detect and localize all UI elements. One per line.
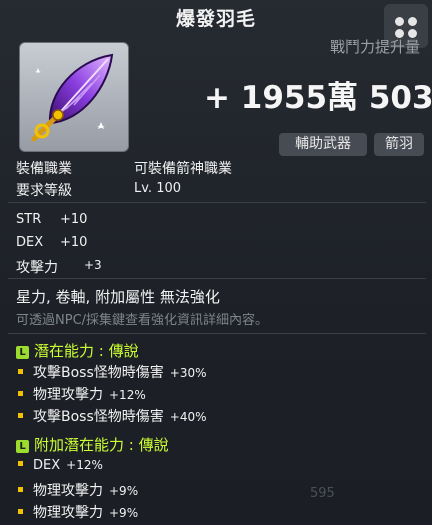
job-value: 可裝備箭神職業 — [134, 161, 232, 177]
additional-stat-name: 物理攻擊力 — [33, 483, 103, 499]
potential-line: 攻擊Boss怪物時傷害 +30% — [18, 362, 207, 382]
stat-value: +10 — [60, 212, 88, 227]
stat-row: 攻擊力 +3 — [16, 257, 102, 277]
combat-power-value: + 1955萬 5035 — [204, 80, 432, 116]
additional-stat-name: DEX — [33, 458, 61, 473]
potential-stat-name: 攻擊Boss怪物時傷害 — [33, 409, 164, 425]
item-icon-frame — [19, 42, 129, 152]
stat-row: DEX +10 — [16, 235, 87, 250]
bullet-icon — [18, 413, 23, 418]
additional-potential-line: 物理攻擊力 +9% — [18, 480, 138, 500]
divider — [8, 202, 426, 203]
potential-header: L 潛在能力 : 傳說 — [16, 340, 139, 361]
additional-stat-name: 物理攻擊力 — [33, 505, 103, 521]
legendary-badge-icon: L — [16, 346, 29, 359]
share-dot-icon — [408, 17, 417, 26]
bullet-icon — [18, 391, 23, 396]
potential-stat-value: +12% — [109, 388, 146, 402]
additional-stat-value: +9% — [109, 506, 139, 520]
additional-potential-line: 物理攻擊力 +9% — [18, 502, 138, 522]
enhance-hint-note: 可透過NPC/採集鍵查看強化資訊詳細內容。 — [16, 313, 269, 328]
level-label: 要求等級 — [16, 183, 72, 199]
job-label: 裝備職業 — [16, 161, 72, 177]
stat-name: 攻擊力 — [16, 260, 58, 276]
potential-line: 物理攻擊力 +12% — [18, 384, 146, 404]
potential-header-text: 潛在能力 : 傳說 — [34, 342, 139, 360]
purple-feather-icon — [31, 53, 114, 142]
potential-stat-name: 物理攻擊力 — [33, 387, 103, 403]
share-dot-icon — [395, 17, 404, 26]
item-tooltip-panel: 爆發羽毛 戰鬥力提升量 + 1955萬 5035 輔助武器 箭羽 裝備職業 可裝… — [0, 0, 432, 525]
stat-value: +10 — [60, 235, 88, 250]
bullet-icon — [18, 487, 23, 492]
additional-stat-value: +12% — [66, 458, 103, 472]
combat-power-label: 戰鬥力提升量 — [330, 38, 421, 56]
item-name: 爆發羽毛 — [175, 8, 256, 30]
level-value: Lv. 100 — [134, 181, 182, 196]
stat-name: STR — [16, 212, 42, 227]
tag-item-category: 箭羽 — [374, 133, 424, 156]
bullet-icon — [18, 461, 23, 466]
divider — [8, 278, 426, 279]
bullet-icon — [18, 509, 23, 514]
divider — [8, 333, 426, 334]
additional-potential-line: DEX +12% — [18, 458, 103, 473]
stat-row: STR +10 — [16, 212, 87, 227]
additional-potential-header-text: 附加潛在能力 : 傳說 — [34, 436, 169, 454]
tag-weapon-type: 輔助武器 — [279, 133, 367, 156]
additional-stat-value: +9% — [109, 484, 139, 498]
enhance-restriction-note: 星力, 卷軸, 附加屬性 無法強化 — [16, 288, 220, 306]
potential-stat-value: +30% — [169, 366, 207, 380]
stat-value: +3 — [84, 258, 102, 272]
legendary-badge-icon: L — [16, 440, 29, 453]
stat-name: DEX — [16, 235, 44, 250]
additional-potential-header: L 附加潛在能力 : 傳說 — [16, 434, 169, 455]
potential-line: 攻擊Boss怪物時傷害 +40% — [18, 406, 207, 426]
potential-stat-value: +40% — [169, 410, 207, 424]
bullet-icon — [18, 369, 23, 374]
potential-stat-name: 攻擊Boss怪物時傷害 — [33, 365, 164, 381]
faded-background-number: 595 — [310, 486, 335, 501]
